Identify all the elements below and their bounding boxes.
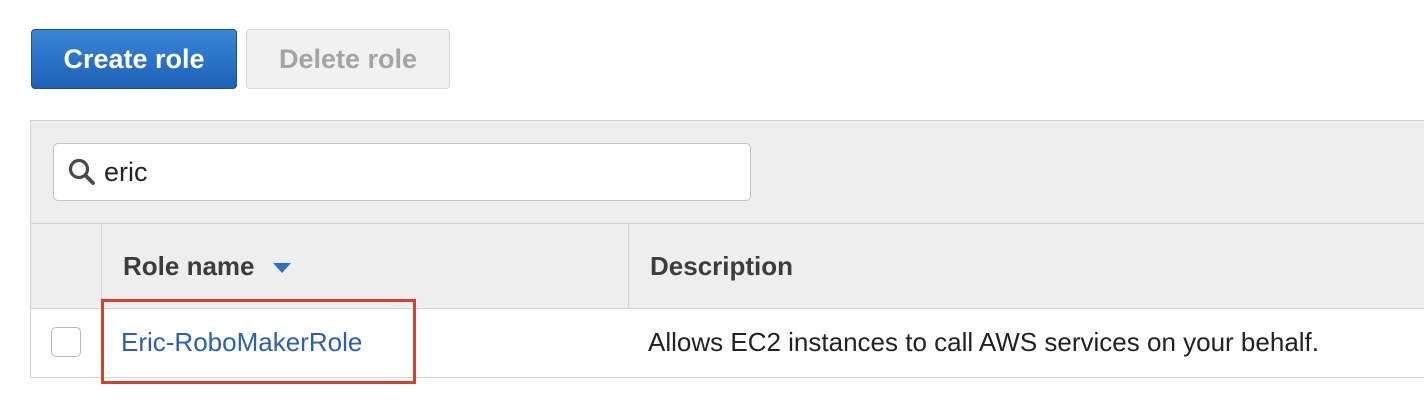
column-header-description-label: Description [650, 250, 794, 281]
role-description: Allows EC2 instances to call AWS service… [648, 327, 1319, 357]
search-icon [65, 155, 99, 189]
search-box[interactable] [53, 143, 751, 201]
table-header: Role name Description [31, 224, 1424, 309]
search-bar [31, 121, 1424, 224]
row-checkbox[interactable] [51, 327, 81, 357]
column-header-description[interactable]: Description [628, 224, 1424, 308]
create-role-button[interactable]: Create role [31, 29, 237, 89]
header-select-cell [31, 224, 101, 308]
delete-role-button: Delete role [246, 29, 450, 89]
highlight-annotation [101, 299, 416, 384]
iam-roles-page: Create role Delete role Role name D [0, 0, 1424, 410]
search-input[interactable] [104, 156, 724, 188]
column-header-role-name[interactable]: Role name [101, 224, 628, 308]
sort-descending-icon[interactable] [272, 262, 291, 273]
column-header-role-name-label: Role name [123, 250, 255, 281]
